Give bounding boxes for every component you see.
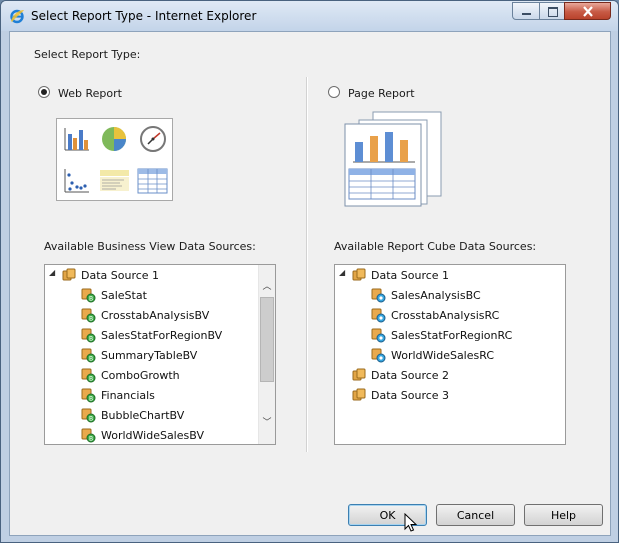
database-folder-icon (352, 368, 366, 381)
tree-item[interactable]: WorldWideSalesRC (371, 346, 494, 364)
close-icon (583, 6, 593, 17)
cancel-button[interactable]: Cancel (436, 504, 515, 526)
maximize-button[interactable] (539, 2, 565, 20)
report-cube-sources-label: Available Report Cube Data Sources: (334, 240, 537, 253)
collapse-arrow-icon[interactable]: ◢ (49, 268, 55, 277)
database-folder-icon (352, 268, 366, 281)
svg-text:B: B (89, 396, 93, 403)
window-title: Select Report Type - Internet Explorer (31, 9, 257, 23)
title-bar[interactable]: Select Report Type - Internet Explorer (1, 1, 618, 31)
dialog-body: Select Report Type: Web Report Page Repo… (9, 31, 611, 536)
tree-item[interactable]: B SaleStat (81, 286, 147, 304)
business-view-icon: B (81, 388, 96, 403)
tree-node-data-source-2[interactable]: Data Source 2 (351, 366, 449, 384)
scroll-down-icon[interactable]: ﹀ (262, 415, 272, 428)
business-view-sources-label: Available Business View Data Sources: (44, 240, 256, 253)
table-report-icon (137, 168, 168, 194)
svg-text:B: B (89, 356, 93, 363)
close-button[interactable] (564, 2, 611, 20)
scatter-chart-icon (64, 169, 89, 193)
business-view-icon: B (81, 308, 96, 323)
tree-item[interactable]: B BubbleChartBV (81, 406, 184, 424)
minimize-icon (522, 13, 531, 15)
tree-node-data-source-3[interactable]: Data Source 3 (351, 386, 449, 404)
web-report-radio[interactable] (38, 86, 50, 98)
tree-item[interactable]: B WorldWideSalesBV (81, 426, 204, 444)
page-report-radio[interactable] (328, 86, 340, 98)
business-view-tree[interactable]: ◢ Data Source 1 B SaleStat B CrosstabAnalys… (44, 264, 276, 445)
svg-text:B: B (89, 376, 93, 383)
business-view-icon: B (81, 288, 96, 303)
tree-item[interactable]: SalesAnalysisBC (371, 286, 481, 304)
database-folder-icon (62, 268, 76, 281)
tree-node-root[interactable]: Data Source 1 (61, 266, 159, 284)
bar-chart-icon (64, 128, 89, 151)
page-report-label[interactable]: Page Report (348, 87, 415, 100)
tree-item[interactable]: B Financials (81, 386, 155, 404)
report-cube-icon (371, 288, 386, 303)
database-folder-icon (352, 388, 366, 401)
collapse-arrow-icon[interactable]: ◢ (339, 268, 345, 277)
web-report-thumbnail (56, 118, 173, 201)
business-view-icon: B (81, 368, 96, 383)
report-cube-icon (371, 308, 386, 323)
text-report-icon (100, 170, 129, 191)
tree-item[interactable]: B ComboGrowth (81, 366, 180, 384)
tree-item[interactable]: B SalesStatForRegionBV (81, 326, 222, 344)
svg-text:B: B (89, 336, 93, 343)
tree-node-root[interactable]: Data Source 1 (351, 266, 449, 284)
help-button[interactable]: Help (524, 504, 603, 526)
tree-item[interactable]: SalesStatForRegionRC (371, 326, 512, 344)
vertical-scrollbar[interactable]: ︿ ﹀ (258, 265, 275, 444)
tree-item[interactable]: CrosstabAnalysisRC (371, 306, 499, 324)
tree-item[interactable]: B CrosstabAnalysisBV (81, 306, 209, 324)
select-report-type-heading: Select Report Type: (34, 48, 141, 61)
svg-text:B: B (89, 316, 93, 323)
business-view-icon: B (81, 428, 96, 443)
mouse-pointer-icon (404, 513, 418, 532)
report-cube-icon (371, 328, 386, 343)
gauge-chart-icon (140, 126, 166, 152)
report-cube-icon (371, 348, 386, 363)
web-report-label[interactable]: Web Report (58, 87, 122, 100)
scrollbar-thumb[interactable] (260, 297, 274, 382)
tree-item[interactable]: B SummaryTableBV (81, 346, 197, 364)
business-view-icon: B (81, 328, 96, 343)
svg-text:B: B (89, 296, 93, 303)
vertical-divider (306, 77, 308, 452)
minimize-button[interactable] (512, 2, 540, 20)
internet-explorer-icon (10, 9, 24, 24)
scroll-up-icon[interactable]: ︿ (262, 279, 272, 292)
maximize-icon (548, 7, 558, 17)
business-view-icon: B (81, 408, 96, 423)
business-view-icon: B (81, 348, 96, 363)
page-report-thumbnail (344, 111, 442, 207)
pie-chart-icon (102, 127, 126, 151)
svg-text:B: B (89, 436, 93, 443)
dialog-window: Select Report Type - Internet Explorer S… (0, 0, 619, 543)
svg-text:B: B (89, 416, 93, 423)
report-cube-tree[interactable]: ◢ Data Source 1 SalesAnalysisBC CrosstabA… (334, 264, 566, 445)
radio-selected-dot (41, 89, 47, 95)
